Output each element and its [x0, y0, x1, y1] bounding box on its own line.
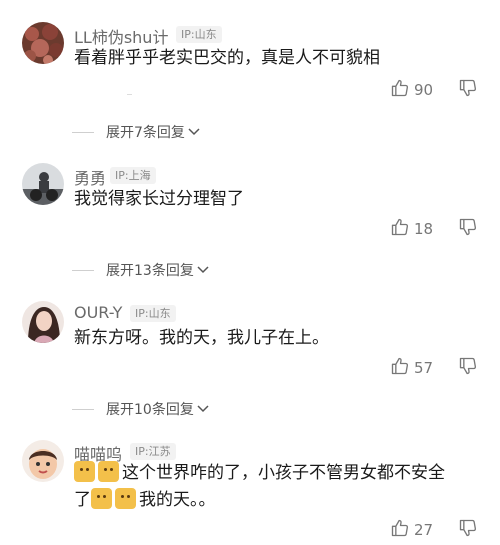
dislike-button[interactable] [458, 78, 482, 102]
thumbs-down-icon [458, 79, 478, 102]
username[interactable]: OUR-Y [74, 303, 122, 322]
chevron-down-icon [196, 400, 210, 419]
thumbs-up-icon [390, 356, 410, 380]
divider-line [72, 408, 94, 410]
comment-text-line2-end: 我的天。。 [139, 490, 216, 510]
chevron-down-icon [196, 261, 210, 280]
thumbs-up-icon [390, 217, 410, 241]
like-count: 18 [414, 220, 434, 238]
cat-emoji-icon [115, 488, 136, 509]
comment-text: 新东方呀。我的天，我儿子在上。 [74, 328, 329, 348]
expand-replies-label: 展开13条回复 [106, 263, 194, 279]
comment-text-line2-start: 了 [74, 490, 91, 510]
ip-location-badge: IP:山东 [130, 305, 176, 322]
ip-location-badge: IP:江苏 [130, 443, 176, 460]
thumbs-down-icon [458, 218, 478, 241]
divider-line [72, 269, 94, 271]
dislike-button[interactable] [458, 356, 482, 380]
thumbs-down-icon [458, 519, 478, 542]
expand-replies-button[interactable]: 展开10条回复 [72, 399, 210, 419]
like-count: 90 [414, 81, 434, 99]
expand-replies-button[interactable]: 展开13条回复 [72, 260, 210, 280]
cat-emoji-icon [98, 461, 119, 482]
divider-line [72, 131, 94, 133]
comment-text: 看着胖乎乎老实巴交的，真是人不可貌相 [74, 48, 380, 68]
ip-location-badge: IP:山东 [176, 26, 222, 43]
comment-text-line1: 这个世界咋的了，小孩子不管男女都不安全 [122, 463, 445, 483]
thumbs-up-icon [390, 518, 410, 542]
expand-replies-label: 展开10条回复 [106, 402, 194, 418]
dislike-button[interactable] [458, 217, 482, 241]
cat-emoji-icon [74, 461, 95, 482]
dislike-button[interactable] [458, 518, 482, 542]
expand-replies-label: 展开7条回复 [106, 125, 185, 141]
like-button[interactable]: 18 [390, 217, 433, 241]
avatar[interactable] [22, 440, 64, 482]
thumbs-down-icon [458, 357, 478, 380]
thumbs-up-icon [390, 78, 410, 102]
avatar[interactable] [22, 301, 64, 343]
avatar[interactable] [22, 163, 64, 205]
like-button[interactable]: 57 [390, 356, 433, 380]
cat-emoji-icon [91, 488, 112, 509]
ip-location-badge: IP:上海 [110, 167, 156, 184]
comment-text: 我觉得家长过分理智了 [74, 189, 244, 209]
expand-replies-button[interactable]: 展开7条回复 [72, 122, 201, 142]
like-button[interactable]: 90 [390, 78, 433, 102]
comment-text: 这个世界咋的了，小孩子不管男女都不安全 了 我的天。。 [74, 460, 494, 514]
chevron-down-icon [187, 123, 201, 142]
like-count: 27 [414, 521, 434, 539]
avatar[interactable] [22, 22, 64, 64]
like-button[interactable]: 27 [390, 518, 433, 542]
like-count: 57 [414, 359, 434, 377]
